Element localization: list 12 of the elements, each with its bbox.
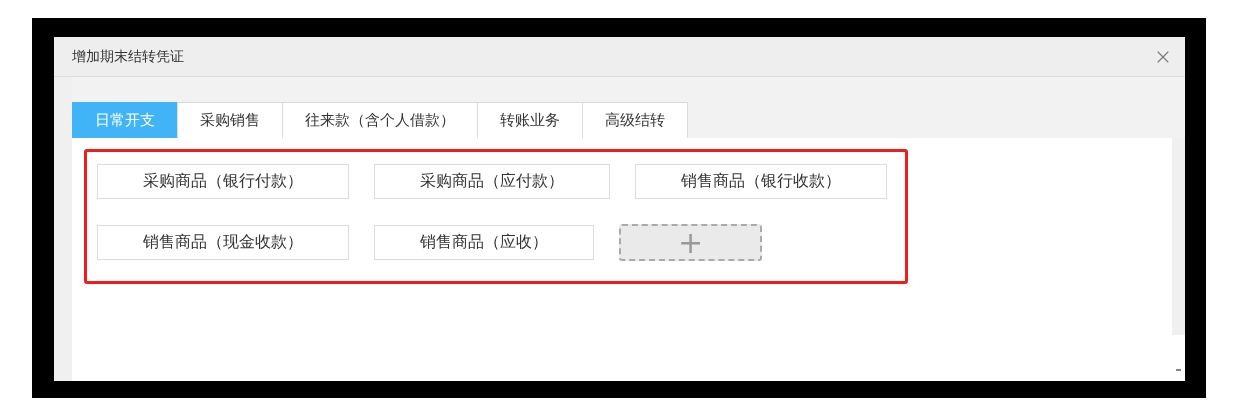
template-button[interactable]: 销售商品（现金收款） — [97, 225, 349, 260]
tab[interactable]: 高级结转 — [582, 102, 688, 138]
template-button[interactable]: 销售商品（银行收款） — [635, 164, 887, 199]
template-button[interactable]: 采购商品（应付款） — [374, 164, 610, 199]
tab[interactable]: 采购销售 — [177, 102, 283, 138]
scrollbar[interactable] — [1172, 138, 1185, 335]
resize-handle-icon[interactable] — [1176, 369, 1181, 371]
template-button[interactable]: 销售商品（应收） — [374, 225, 594, 260]
template-button[interactable]: 采购商品（银行付款） — [97, 164, 349, 199]
tab[interactable]: 往来款（含个人借款） — [282, 102, 478, 138]
tab[interactable]: 转账业务 — [477, 102, 583, 138]
dialog-title: 增加期末结转凭证 — [72, 47, 184, 66]
